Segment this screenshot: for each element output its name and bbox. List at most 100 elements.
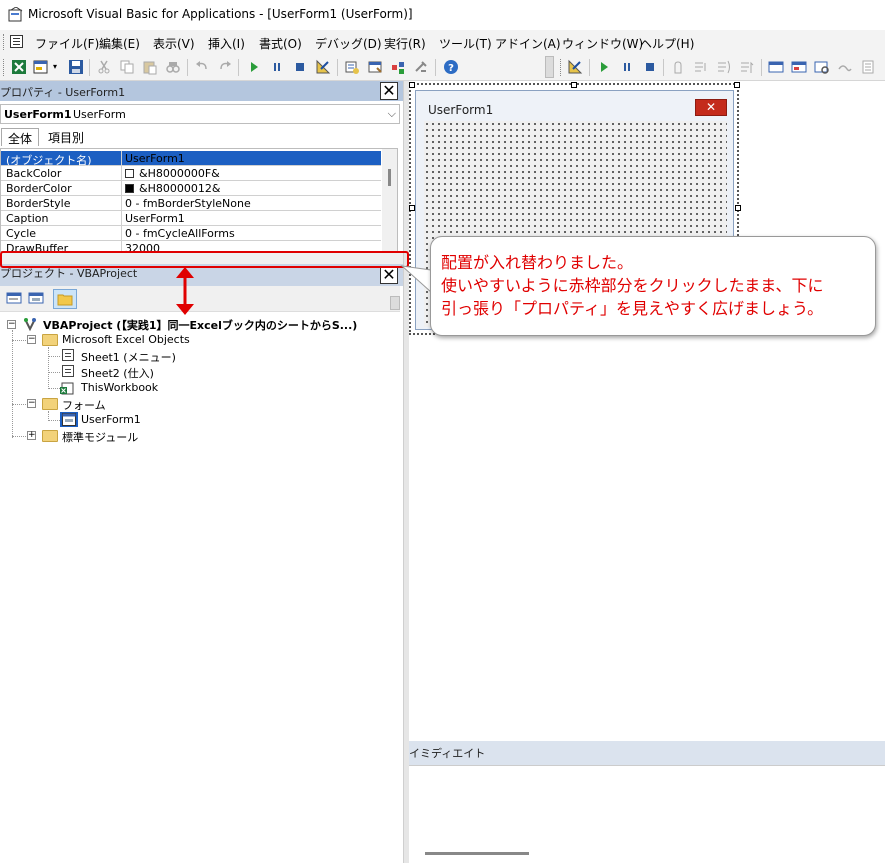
column-divider — [121, 181, 122, 196]
tree-sheet2[interactable]: Sheet2 (仕入) — [81, 365, 154, 381]
quick-watch-icon[interactable] — [837, 59, 853, 75]
property-value[interactable]: UserForm1 — [125, 152, 185, 165]
horizontal-scrollbar-thumb[interactable] — [425, 852, 529, 855]
break-icon[interactable] — [269, 59, 285, 75]
toolbar-overflow-icon[interactable] — [545, 56, 554, 78]
tab-categorized[interactable]: 項目別 — [42, 128, 90, 146]
property-value[interactable]: 0 - fmBorderStyleNone — [125, 197, 251, 210]
menu-format[interactable]: 書式(O) — [259, 35, 302, 52]
break-icon-2[interactable] — [619, 59, 635, 75]
step-into-icon[interactable] — [693, 59, 709, 75]
resize-handle[interactable] — [734, 82, 740, 88]
menu-insert[interactable]: 挿入(I) — [208, 35, 245, 52]
userform-close-icon[interactable]: ✕ — [695, 99, 727, 116]
menu-file[interactable]: ファイル(F) — [35, 35, 99, 52]
copy-icon[interactable] — [119, 59, 135, 75]
design-mode-icon[interactable] — [315, 59, 331, 75]
expand-icon[interactable]: + — [27, 431, 36, 440]
view-code-icon[interactable] — [6, 290, 22, 306]
properties-window-icon[interactable] — [367, 59, 383, 75]
redo-icon[interactable] — [217, 59, 233, 75]
immediate-title: イミディエイト — [409, 747, 486, 760]
project-explorer-icon[interactable] — [344, 59, 360, 75]
menu-tools[interactable]: ツール(T) — [439, 35, 492, 52]
property-row-backcolor[interactable]: BackColor &H8000000F& — [1, 166, 381, 181]
project-toolbar — [0, 286, 400, 312]
excel-view-icon[interactable] — [11, 59, 27, 75]
menu-help[interactable]: ヘルプ(H) — [640, 35, 694, 52]
resize-handle[interactable] — [409, 82, 415, 88]
collapse-icon[interactable]: − — [27, 399, 36, 408]
toolbar-separator — [663, 59, 664, 76]
annotation-red-box — [0, 251, 409, 268]
menu-window[interactable]: ウィンドウ(W) — [562, 35, 643, 52]
reset-icon-2[interactable] — [642, 59, 658, 75]
resize-handle[interactable] — [735, 205, 741, 211]
menu-addins[interactable]: アドイン(A) — [495, 35, 561, 52]
property-row-borderstyle[interactable]: BorderStyle 0 - fmBorderStyleNone — [1, 196, 381, 211]
scrollbar-thumb[interactable] — [388, 169, 391, 186]
immediate-splitter[interactable] — [409, 733, 885, 741]
tree-sheet1[interactable]: Sheet1 (メニュー) — [81, 349, 176, 365]
menu-debug[interactable]: デバッグ(D) — [315, 35, 382, 52]
property-row-name[interactable]: (オブジェクト名) UserForm1 — [1, 151, 381, 167]
workbook-icon — [60, 382, 74, 395]
reset-icon[interactable] — [292, 59, 308, 75]
tab-alphabetic[interactable]: 全体 — [1, 128, 40, 146]
tree-excel-objects[interactable]: Microsoft Excel Objects — [62, 333, 190, 346]
tree-userform1[interactable]: UserForm1 — [81, 413, 141, 426]
toggle-breakpoint-icon[interactable] — [670, 59, 686, 75]
collapse-icon[interactable]: − — [27, 335, 36, 344]
object-browser-icon[interactable] — [390, 59, 406, 75]
tree-forms-folder[interactable]: フォーム — [62, 397, 106, 413]
toolbar-separator — [89, 59, 90, 76]
collapse-icon[interactable]: − — [7, 320, 16, 329]
menu-run[interactable]: 実行(R) — [384, 35, 426, 52]
toolbar-separator — [589, 59, 590, 76]
watch-window-icon[interactable] — [814, 59, 830, 75]
design-mode-icon-2[interactable] — [567, 59, 583, 75]
property-row-cycle[interactable]: Cycle 0 - fmCycleAllForms — [1, 226, 381, 241]
locals-window-icon[interactable] — [768, 59, 784, 75]
properties-scrollbar[interactable] — [382, 149, 397, 251]
property-name: BorderColor — [6, 182, 72, 195]
undo-icon[interactable] — [194, 59, 210, 75]
step-over-icon[interactable] — [716, 59, 732, 75]
immediate-window-icon[interactable] — [791, 59, 807, 75]
call-stack-icon[interactable] — [860, 59, 876, 75]
toolbox-icon[interactable] — [413, 59, 429, 75]
property-value[interactable]: UserForm1 — [125, 212, 185, 225]
property-row-caption[interactable]: Caption UserForm1 — [1, 211, 381, 226]
tree-modules-folder[interactable]: 標準モジュール — [62, 429, 138, 445]
paste-icon[interactable] — [142, 59, 158, 75]
resize-handle[interactable] — [571, 82, 577, 88]
chevron-down-icon[interactable]: ⌵ — [388, 107, 396, 121]
find-icon[interactable] — [165, 59, 181, 75]
property-value[interactable]: &H80000012& — [139, 182, 220, 195]
tree-root-vbaproject[interactable]: VBAProject (【実践1】同一Excelブック内のシートからS...) — [43, 317, 357, 333]
cut-icon[interactable] — [96, 59, 112, 75]
object-selector[interactable]: UserForm1 UserForm ⌵ — [0, 104, 400, 124]
property-value[interactable]: &H8000000F& — [139, 167, 220, 180]
properties-tabs: 全体 項目別 — [0, 126, 400, 148]
run-icon[interactable] — [246, 59, 262, 75]
view-object-icon[interactable] — [28, 290, 44, 306]
properties-close-icon[interactable]: ✕ — [380, 82, 398, 100]
step-out-icon[interactable] — [739, 59, 755, 75]
property-row-bordercolor[interactable]: BorderColor &H80000012& — [1, 181, 381, 196]
immediate-window[interactable] — [409, 765, 885, 863]
property-value[interactable]: 0 - fmCycleAllForms — [125, 227, 235, 240]
project-close-icon[interactable]: ✕ — [380, 266, 398, 284]
help-icon[interactable]: ? — [443, 59, 459, 75]
run-icon-2[interactable] — [596, 59, 612, 75]
menu-view[interactable]: 表示(V) — [153, 35, 195, 52]
properties-grid: (オブジェクト名) UserForm1 BackColor &H8000000F… — [0, 148, 398, 252]
tree-thisworkbook[interactable]: ThisWorkbook — [81, 381, 158, 394]
project-scrollbar[interactable] — [390, 296, 400, 310]
toolbar-grip — [560, 59, 563, 76]
save-icon[interactable] — [68, 59, 84, 75]
system-menu-icon[interactable] — [10, 35, 23, 48]
insert-dropdown-icon[interactable]: ▾ — [53, 62, 57, 71]
menu-edit[interactable]: 編集(E) — [99, 35, 140, 52]
insert-userform-icon[interactable] — [33, 59, 49, 75]
